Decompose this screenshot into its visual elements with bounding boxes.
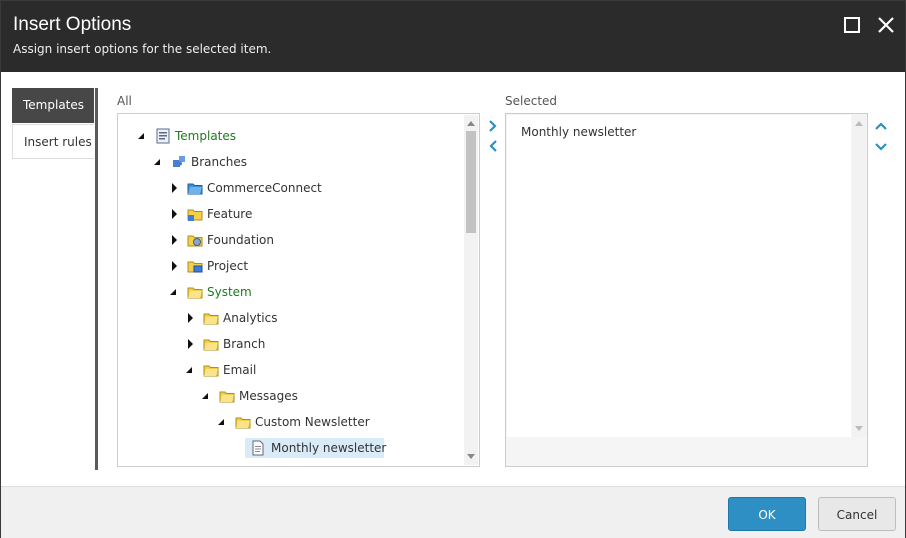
folder-blue-icon — [187, 180, 203, 196]
remove-selected-button[interactable] — [485, 138, 501, 154]
side-tab-list: Templates Insert rules — [12, 88, 98, 470]
expand-toggle[interactable] — [218, 419, 224, 425]
tree-node-label: Foundation — [207, 233, 274, 247]
tree-node-messages[interactable]: Messages — [202, 386, 402, 406]
move-down-button[interactable] — [873, 138, 889, 154]
chevron-left-icon — [489, 140, 497, 152]
folder-icon — [203, 336, 219, 352]
branch-puzzle-icon — [171, 154, 187, 170]
tree-node-foundation[interactable]: Foundation — [170, 230, 370, 250]
tree-scrollbar[interactable] — [464, 115, 478, 465]
expand-toggle[interactable] — [172, 261, 177, 271]
move-up-button[interactable] — [873, 119, 889, 135]
selected-items-list[interactable]: Monthly newsletter — [505, 113, 868, 467]
cancel-button[interactable]: Cancel — [818, 497, 896, 531]
tree-node-project[interactable]: Project — [170, 256, 370, 276]
expand-toggle[interactable] — [188, 339, 193, 349]
tab-insert-rules[interactable]: Insert rules — [12, 124, 94, 159]
tree-node-label: CommerceConnect — [207, 181, 322, 195]
folder-icon — [187, 284, 203, 300]
folder-icon — [219, 388, 235, 404]
folder-icon — [235, 414, 251, 430]
chevron-right-icon — [489, 120, 497, 132]
folder-icon — [203, 310, 219, 326]
close-icon — [878, 17, 894, 33]
selected-item[interactable]: Monthly newsletter — [521, 125, 636, 139]
add-selected-button[interactable] — [485, 118, 501, 134]
selected-scrollbar[interactable] — [852, 115, 866, 437]
chevron-down-icon — [875, 143, 887, 151]
tree-node-label: Analytics — [223, 311, 278, 325]
tree-node-label: Email — [223, 363, 257, 377]
ok-button[interactable]: OK — [728, 497, 806, 531]
tree-node-label: Feature — [207, 207, 253, 221]
folder-feature-icon — [187, 206, 203, 222]
maximize-button[interactable] — [842, 15, 862, 35]
tree-node-custom-newsletter[interactable]: Custom Newsletter — [218, 412, 418, 432]
dialog-titlebar: Insert Options Assign insert options for… — [1, 1, 905, 72]
document-icon — [250, 440, 266, 456]
scroll-up-arrow-icon[interactable] — [467, 121, 475, 126]
dialog-subtitle: Assign insert options for the selected i… — [13, 42, 272, 56]
tree-node-label: Project — [207, 259, 249, 273]
expand-toggle[interactable] — [154, 159, 160, 165]
expand-toggle[interactable] — [172, 183, 177, 193]
folder-project-icon — [187, 258, 203, 274]
all-items-tree[interactable]: Templates Branches CommerceConnect Featu… — [117, 113, 480, 467]
selected-label: Selected — [505, 94, 558, 108]
expand-toggle[interactable] — [170, 289, 176, 295]
tree-node-label: System — [207, 285, 252, 299]
scroll-thumb[interactable] — [466, 131, 476, 233]
expand-toggle[interactable] — [172, 235, 177, 245]
expand-toggle[interactable] — [186, 367, 192, 373]
tree-node-label: Branch — [223, 337, 266, 351]
tree-node-email[interactable]: Email — [186, 360, 386, 380]
tree-node-feature[interactable]: Feature — [170, 204, 370, 224]
scroll-down-arrow-icon[interactable] — [855, 426, 863, 431]
tree-node-branch[interactable]: Branch — [186, 334, 386, 354]
template-list-icon — [155, 128, 171, 144]
tree-node-analytics[interactable]: Analytics — [186, 308, 386, 328]
tree-node-system[interactable]: System — [170, 282, 370, 302]
expand-toggle[interactable] — [138, 133, 144, 139]
expand-toggle[interactable] — [188, 313, 193, 323]
expand-toggle[interactable] — [172, 209, 177, 219]
tree-node-label: Custom Newsletter — [255, 415, 370, 429]
close-button[interactable] — [876, 15, 896, 35]
chevron-up-icon — [875, 122, 887, 130]
tree-node-templates[interactable]: Templates — [138, 126, 338, 146]
tree-node-monthly-newsletter[interactable]: Monthly newsletter — [245, 438, 387, 458]
tree-node-commerceconnect[interactable]: CommerceConnect — [170, 178, 370, 198]
tree-node-label: Templates — [175, 129, 237, 143]
all-label: All — [117, 94, 132, 108]
scroll-down-arrow-icon[interactable] — [467, 454, 475, 459]
folder-foundation-icon — [187, 232, 203, 248]
selected-list-area: Monthly newsletter — [507, 115, 851, 437]
tab-templates[interactable]: Templates — [12, 88, 94, 123]
tree-node-label: Messages — [239, 389, 298, 403]
tree-node-label: Monthly newsletter — [271, 441, 387, 455]
tree-node-branches[interactable]: Branches — [154, 152, 354, 172]
tree-node-label: Branches — [191, 155, 247, 169]
dialog-footer: OK Cancel — [1, 486, 905, 538]
expand-toggle[interactable] — [202, 393, 208, 399]
scroll-up-arrow-icon[interactable] — [855, 121, 863, 126]
dialog-title: Insert Options — [13, 14, 132, 35]
insert-options-dialog: Insert Options Assign insert options for… — [0, 0, 906, 538]
maximize-icon — [844, 17, 860, 33]
folder-icon — [203, 362, 219, 378]
